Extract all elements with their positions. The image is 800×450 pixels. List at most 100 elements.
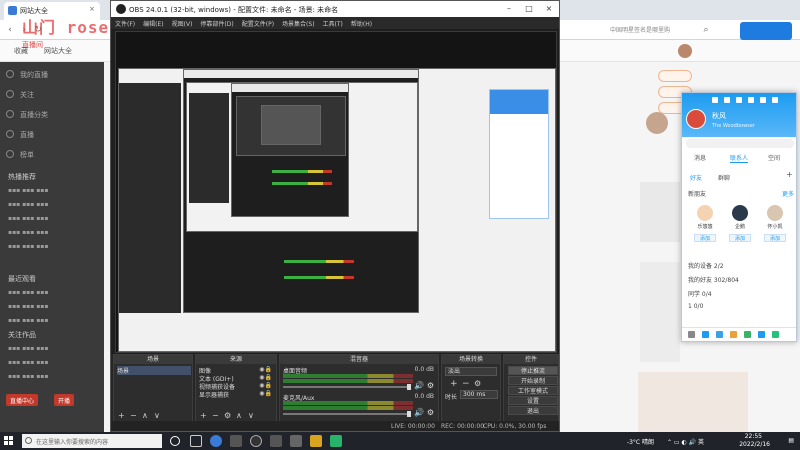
qq-top-icon[interactable] bbox=[736, 97, 742, 103]
start-button[interactable] bbox=[4, 436, 14, 446]
obs-preview-canvas[interactable] bbox=[115, 31, 557, 353]
minimize-icon[interactable]: – bbox=[499, 1, 519, 17]
sidebar-item-category[interactable]: 直播分类 bbox=[20, 110, 48, 120]
sidebar-item-live[interactable]: 我的直播 bbox=[20, 70, 48, 80]
browser-search-suggestion[interactable]: 中国明星签名是哪里购 bbox=[610, 25, 670, 34]
scene-item[interactable]: 场景 bbox=[117, 366, 191, 375]
sidebar-item-follow[interactable]: 关注 bbox=[20, 90, 34, 100]
friend-card[interactable]: 乐悠悠 添加 bbox=[690, 205, 720, 249]
volume-slider[interactable] bbox=[283, 411, 411, 417]
start-recording-button[interactable]: 开始录制 bbox=[508, 376, 558, 385]
remove-transition-icon[interactable]: − bbox=[462, 379, 470, 389]
volume-knob[interactable] bbox=[407, 384, 411, 390]
group-other[interactable]: 1 0/0 bbox=[688, 303, 703, 310]
menu-view[interactable]: 视图(V) bbox=[168, 17, 197, 30]
volume-knob[interactable] bbox=[407, 411, 411, 417]
menu-help[interactable]: 帮助(H) bbox=[347, 17, 376, 30]
transition-settings-icon[interactable]: ⚙ bbox=[474, 379, 481, 388]
browser-taskbar-icon[interactable] bbox=[210, 435, 222, 447]
add-scene-icon[interactable]: + bbox=[118, 411, 125, 420]
friend-card[interactable]: 怀小凯 添加 bbox=[760, 205, 790, 249]
new-friends-label[interactable]: 新朋友 bbox=[688, 189, 706, 198]
group-devices[interactable]: 我的设备 2/2 bbox=[688, 261, 724, 270]
bookmark-item[interactable]: 网站大全 bbox=[44, 46, 72, 56]
visibility-lock-icons[interactable]: ◉🔒 ◉🔒 ◉🔒 ◉🔒 bbox=[259, 366, 272, 398]
tab-space[interactable]: 空间 bbox=[768, 153, 780, 162]
move-down-icon[interactable]: ∨ bbox=[248, 411, 254, 420]
subtab-groups[interactable]: 群聊 bbox=[718, 173, 730, 182]
qq-top-icon[interactable] bbox=[760, 97, 766, 103]
source-item[interactable]: 显示器捕获 bbox=[199, 390, 229, 399]
notification-icon[interactable]: ▤ bbox=[788, 437, 794, 444]
obs-taskbar-icon[interactable] bbox=[250, 435, 262, 447]
maximize-icon[interactable]: □ bbox=[519, 1, 539, 17]
gear-icon[interactable]: ⚙ bbox=[427, 381, 434, 390]
weather-text[interactable]: -3°C 晴朗 bbox=[627, 437, 654, 446]
menu-icon[interactable] bbox=[688, 331, 695, 338]
qq-app-icon[interactable] bbox=[744, 331, 751, 338]
qq-top-icon[interactable] bbox=[712, 97, 718, 103]
volume-slider[interactable] bbox=[283, 384, 411, 390]
user-avatar[interactable] bbox=[678, 44, 692, 58]
close-tab-icon[interactable]: × bbox=[89, 5, 95, 13]
tab-contacts[interactable]: 联系人 bbox=[730, 153, 749, 163]
menu-scene-collection[interactable]: 场景集合(S) bbox=[278, 17, 319, 30]
cortana-icon[interactable] bbox=[170, 436, 180, 446]
tab-messages[interactable]: 消息 bbox=[694, 153, 706, 162]
qq-top-icon[interactable] bbox=[772, 97, 778, 103]
qq-app-icon[interactable] bbox=[716, 331, 723, 338]
add-source-icon[interactable]: + bbox=[200, 411, 207, 420]
qq-avatar[interactable] bbox=[686, 109, 706, 129]
move-up-icon[interactable]: ∧ bbox=[236, 411, 242, 420]
settings-button[interactable]: 设置 bbox=[508, 396, 558, 405]
menu-docks[interactable]: 停靠部件(D) bbox=[196, 17, 237, 30]
back-icon[interactable]: ‹ bbox=[4, 24, 16, 36]
app-taskbar-icon[interactable] bbox=[310, 435, 322, 447]
add-transition-icon[interactable]: + bbox=[450, 379, 458, 389]
duration-input[interactable]: 300 ms bbox=[460, 390, 498, 399]
qq-search-input[interactable] bbox=[686, 139, 794, 148]
close-icon[interactable]: × bbox=[539, 1, 559, 17]
subtab-friends[interactable]: 好友 bbox=[690, 173, 702, 182]
stop-streaming-button[interactable]: 停止推流 bbox=[508, 366, 558, 375]
more-link[interactable]: 更多 bbox=[782, 189, 794, 198]
start-live-button[interactable]: 开播 bbox=[54, 394, 75, 406]
menu-tools[interactable]: 工具(T) bbox=[319, 17, 347, 30]
task-view-icon[interactable] bbox=[190, 435, 202, 447]
remove-source-icon[interactable]: − bbox=[212, 411, 219, 420]
clock-date[interactable]: 2022/2/16 bbox=[739, 441, 770, 448]
add-friend-button[interactable]: 添加 bbox=[729, 234, 751, 242]
search-icon[interactable]: ⌕ bbox=[700, 24, 712, 36]
qq-app-icon[interactable] bbox=[730, 331, 737, 338]
sidebar-item-stream[interactable]: 直播 bbox=[20, 130, 34, 140]
menu-profile[interactable]: 配置文件(P) bbox=[238, 17, 278, 30]
qq-app-icon[interactable] bbox=[702, 331, 709, 338]
friend-card[interactable]: 企鹅 添加 bbox=[725, 205, 755, 249]
move-up-icon[interactable]: ∧ bbox=[142, 411, 148, 420]
studio-mode-button[interactable]: 工作室模式 bbox=[508, 386, 558, 395]
speaker-icon[interactable]: 🔊 bbox=[414, 381, 424, 390]
qq-app-icon[interactable] bbox=[772, 331, 779, 338]
add-friend-button[interactable]: 添加 bbox=[764, 234, 786, 242]
source-settings-icon[interactable]: ⚙ bbox=[224, 411, 231, 420]
qq-top-icon[interactable] bbox=[724, 97, 730, 103]
sidebar-item-rank[interactable]: 榜单 bbox=[20, 150, 34, 160]
streamer-avatar[interactable] bbox=[646, 112, 668, 134]
add-icon[interactable]: + bbox=[786, 170, 793, 179]
app-taskbar-icon[interactable] bbox=[230, 435, 242, 447]
menu-file[interactable]: 文件(F) bbox=[111, 17, 139, 30]
qq-signature[interactable]: The Woodbowser bbox=[712, 123, 755, 129]
clock-time[interactable]: 22:55 bbox=[745, 433, 762, 440]
group-classmates[interactable]: 同学 0/4 bbox=[688, 289, 712, 298]
app-taskbar-icon[interactable] bbox=[270, 435, 282, 447]
taskbar-search[interactable]: 在这里输入你要搜索的内容 bbox=[22, 434, 162, 448]
exit-button[interactable]: 退出 bbox=[508, 406, 558, 415]
app-taskbar-icon[interactable] bbox=[330, 435, 342, 447]
menu-edit[interactable]: 编辑(E) bbox=[139, 17, 167, 30]
gear-icon[interactable]: ⚙ bbox=[427, 408, 434, 417]
move-down-icon[interactable]: ∨ bbox=[154, 411, 160, 420]
qq-app-icon[interactable] bbox=[758, 331, 765, 338]
qq-top-icon[interactable] bbox=[748, 97, 754, 103]
add-friend-button[interactable]: 添加 bbox=[694, 234, 716, 242]
group-friends[interactable]: 我的好友 302/804 bbox=[688, 275, 739, 284]
